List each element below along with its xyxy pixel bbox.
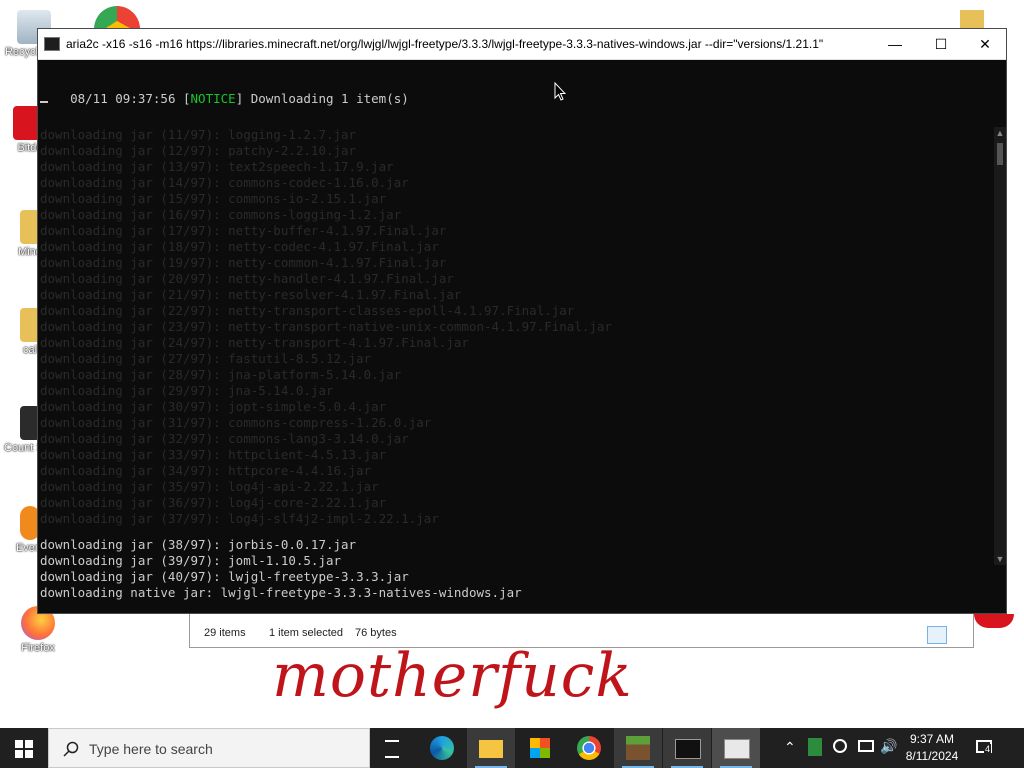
status-item-count: 29 items xyxy=(204,627,246,639)
notice-line: 08/11 09:37:56 [NOTICE] Downloading 1 it… xyxy=(40,75,409,123)
status-selected: 1 item selected xyxy=(269,627,343,639)
background-output-line: downloading jar (21/97): netty-resolver-… xyxy=(40,287,462,302)
scroll-thumb[interactable] xyxy=(997,143,1003,165)
console-output-line: downloading native jar: lwjgl-freetype-3… xyxy=(40,585,522,600)
overlay-red-text: motherfuck xyxy=(272,641,633,711)
desktop-icon-label: cal xyxy=(22,344,38,356)
console-app-icon xyxy=(44,37,60,51)
background-output-line: downloading jar (34/97): httpcore-4.4.16… xyxy=(40,463,372,478)
console-output-line: downloading jar (39/97): joml-1.10.5.jar xyxy=(40,553,342,568)
taskbar-minecraft[interactable] xyxy=(614,728,662,768)
search-icon xyxy=(63,741,79,757)
edge-icon xyxy=(430,736,454,760)
volume-icon[interactable]: 🔊 xyxy=(880,738,897,755)
taskbar-file-explorer[interactable] xyxy=(467,728,515,768)
tray-camera-icon[interactable] xyxy=(833,739,847,753)
notice-tag: NOTICE xyxy=(190,91,236,106)
large-icons-view-button[interactable] xyxy=(951,626,967,642)
console-output-line: downloading jar (38/97): jorbis-0.0.17.j… xyxy=(40,537,357,552)
background-output-line: downloading jar (13/97): text2speech-1.1… xyxy=(40,159,394,174)
background-output-line: downloading jar (36/97): log4j-core-2.22… xyxy=(40,495,387,510)
notice-timestamp: 08/11 09:37:56 [ xyxy=(70,91,191,106)
background-output-line: downloading jar (29/97): jna-5.14.0.jar xyxy=(40,383,334,398)
search-placeholder: Type here to search xyxy=(89,741,213,757)
background-output-line: downloading jar (22/97): netty-transport… xyxy=(40,303,575,318)
background-output-line: downloading jar (24/97): netty-transport… xyxy=(40,335,469,350)
background-output-line: downloading jar (27/97): fastutil-8.5.12… xyxy=(40,351,372,366)
minimize-button[interactable]: — xyxy=(872,29,918,59)
background-output-line: downloading jar (28/97): jna-platform-5.… xyxy=(40,367,402,382)
background-output-line: downloading jar (11/97): logging-1.2.7.j… xyxy=(40,127,357,142)
show-hidden-icons-button[interactable]: ⌃ xyxy=(784,739,796,756)
background-output-line: downloading jar (35/97): log4j-api-2.22.… xyxy=(40,479,379,494)
background-output-line: downloading jar (14/97): commons-codec-1… xyxy=(40,175,409,190)
tray-app-icon[interactable] xyxy=(808,738,822,756)
background-output-line: downloading jar (32/97): commons-lang3-3… xyxy=(40,431,409,446)
notification-count: 4 xyxy=(984,744,992,754)
background-console-output: downloading jar (11/97): logging-1.2.7.j… xyxy=(38,127,998,565)
taskbar-terminal[interactable] xyxy=(663,728,711,768)
desktop-icon-right-red-partial[interactable] xyxy=(974,614,1014,628)
chrome-icon xyxy=(577,736,601,760)
background-output-line: downloading jar (16/97): commons-logging… xyxy=(40,207,402,222)
background-output-line: downloading jar (18/97): netty-codec-4.1… xyxy=(40,239,439,254)
task-view-button[interactable] xyxy=(370,728,418,768)
background-output-line: downloading jar (20/97): netty-handler-4… xyxy=(40,271,454,286)
console-title-bar[interactable]: aria2c -x16 -s16 -m16 https://libraries.… xyxy=(38,29,1006,60)
background-output-line: downloading jar (12/97): patchy-2.2.10.j… xyxy=(40,143,357,158)
details-view-button[interactable] xyxy=(927,626,947,644)
background-output-line: downloading jar (15/97): commons-io-2.15… xyxy=(40,191,387,206)
background-output-line: downloading jar (23/97): netty-transport… xyxy=(40,319,612,334)
network-icon[interactable] xyxy=(858,740,874,752)
store-icon xyxy=(530,738,550,758)
maximize-button[interactable]: ☐ xyxy=(918,29,964,59)
taskbar: Type here to search ⌃ 🔊 9:37 AM 8/11/202… xyxy=(0,728,1024,768)
windows-logo-icon xyxy=(15,740,33,758)
clock-time: 9:37 AM xyxy=(909,732,955,746)
taskbar-chrome[interactable] xyxy=(565,728,613,768)
console-window[interactable]: aria2c -x16 -s16 -m16 https://libraries.… xyxy=(37,28,1007,614)
inner-scrollbar[interactable]: ▲ ▼ xyxy=(994,127,1006,565)
background-output-line: downloading jar (31/97): commons-compres… xyxy=(40,415,432,430)
background-output-line: downloading jar (37/97): log4j-slf4j2-im… xyxy=(40,511,439,526)
text-cursor xyxy=(40,101,48,103)
background-output-line: downloading jar (17/97): netty-buffer-4.… xyxy=(40,223,447,238)
taskbar-store[interactable] xyxy=(516,728,564,768)
background-output-line: downloading jar (30/97): jopt-simple-5.0… xyxy=(40,399,387,414)
taskbar-app-active[interactable] xyxy=(712,728,760,768)
notice-message: ] Downloading 1 item(s) xyxy=(235,91,409,106)
clock[interactable]: 9:37 AM 8/11/2024 xyxy=(900,731,964,765)
console-title: aria2c -x16 -s16 -m16 https://libraries.… xyxy=(66,37,824,51)
mouse-pointer-icon xyxy=(554,82,566,101)
terminal-icon xyxy=(675,739,701,759)
status-size: 76 bytes xyxy=(355,627,397,639)
background-output-line: downloading jar (19/97): netty-common-4.… xyxy=(40,255,447,270)
taskbar-edge[interactable] xyxy=(418,728,466,768)
console-output-line: downloading jar (40/97): lwjgl-freetype-… xyxy=(40,569,409,584)
background-output-line: downloading jar (33/97): httpclient-4.5.… xyxy=(40,447,387,462)
minecraft-icon xyxy=(626,736,650,760)
taskbar-search-box[interactable]: Type here to search xyxy=(48,728,370,768)
window-icon xyxy=(724,739,750,759)
clock-date: 8/11/2024 xyxy=(905,749,959,763)
task-view-icon xyxy=(385,740,399,758)
notification-center-button[interactable]: 4 xyxy=(976,738,996,756)
scroll-up-arrow[interactable]: ▲ xyxy=(994,127,1006,139)
start-button[interactable] xyxy=(0,728,48,768)
scroll-down-arrow[interactable]: ▼ xyxy=(994,553,1006,565)
close-button[interactable]: ✕ xyxy=(962,29,1008,59)
folder-icon xyxy=(479,740,503,758)
desktop-icon-label: Firefox xyxy=(21,642,55,654)
